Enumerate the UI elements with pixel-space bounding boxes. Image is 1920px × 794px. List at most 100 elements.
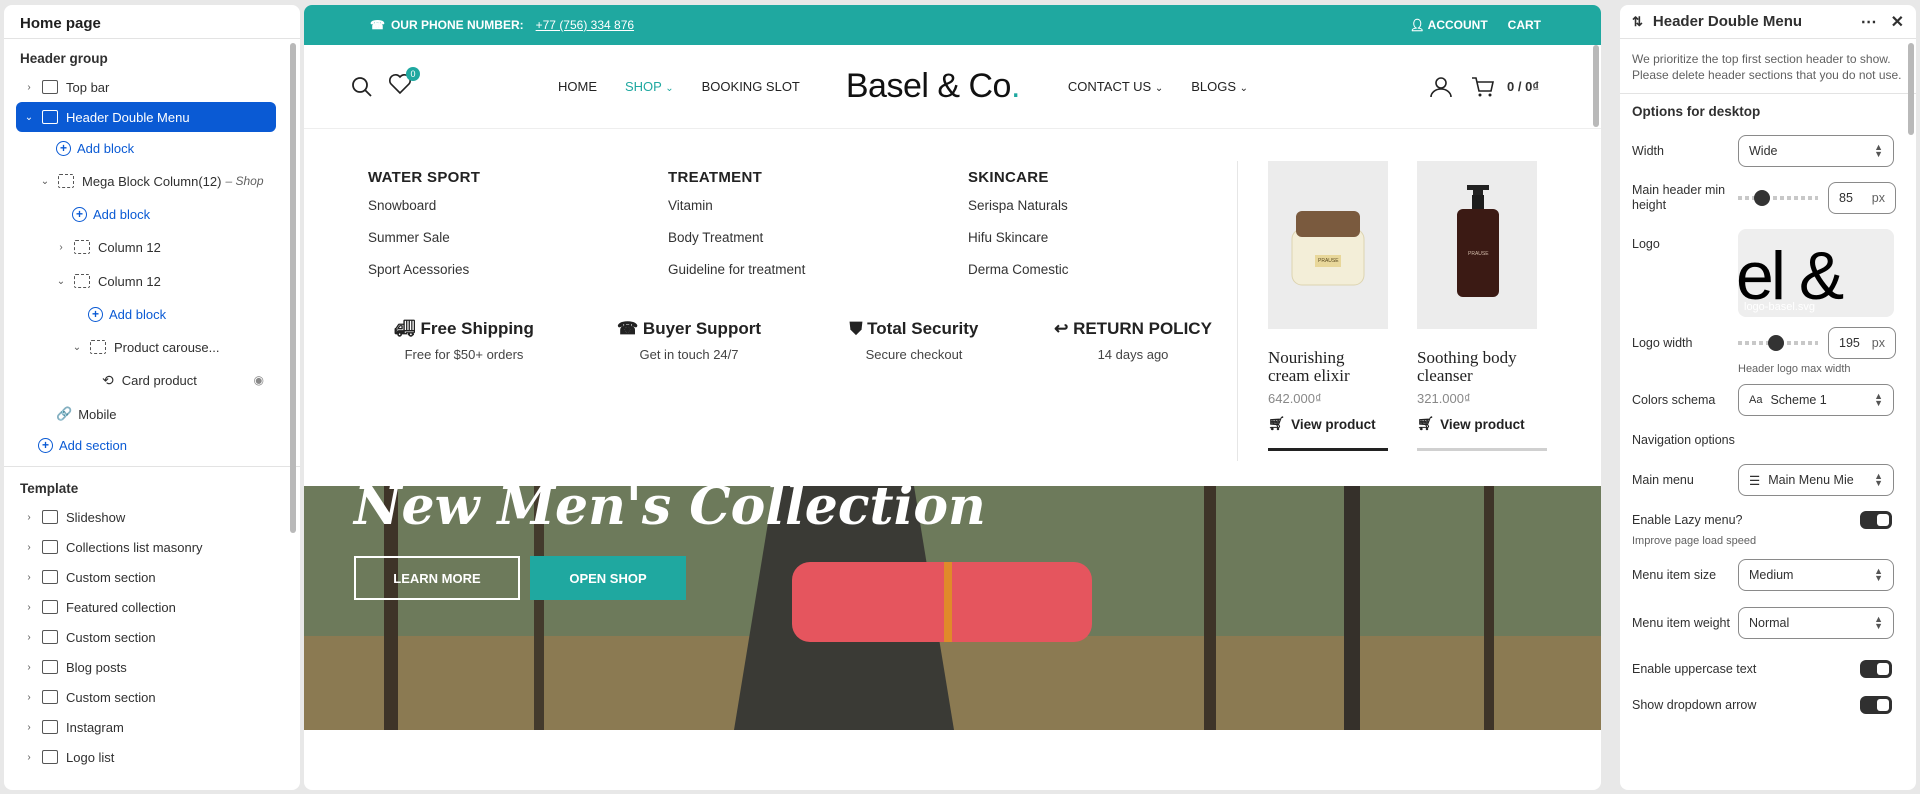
chevron-right-icon[interactable]: › — [22, 692, 36, 703]
cleanser-bottle-image — [1457, 185, 1499, 297]
template-section-item[interactable]: › Custom section — [4, 622, 300, 652]
dropdown-arrow-toggle[interactable] — [1860, 696, 1892, 714]
account-link[interactable]: 👤︎ ACCOUNT — [1410, 18, 1488, 32]
min-height-input[interactable]: 85 px — [1828, 182, 1896, 214]
account-icon[interactable] — [1429, 75, 1453, 99]
chevron-down-icon[interactable]: ⌄ — [54, 276, 68, 287]
logo-width-input[interactable]: 195 px — [1828, 327, 1896, 359]
nav-home[interactable]: HOME — [558, 79, 597, 94]
cart-link[interactable]: CART — [1508, 18, 1541, 32]
chevron-right-icon[interactable]: › — [22, 572, 36, 583]
template-section-item[interactable]: › Slideshow — [4, 502, 300, 532]
add-block-button[interactable]: + Add block — [4, 132, 300, 164]
nav-contact-label: CONTACT US — [1067, 79, 1152, 94]
link-icon: 🔗 — [56, 406, 73, 421]
tree-item-mega-block[interactable]: ⌄ Mega Block Column(12) – Shop — [4, 164, 300, 198]
tree-item-card-product[interactable]: ⟲ Card product ◉ — [4, 364, 300, 396]
mega-link[interactable]: Guideline for treatment — [668, 262, 805, 294]
product-name[interactable]: Soothing body cleanser — [1417, 349, 1537, 385]
logo-width-slider[interactable] — [1738, 335, 1818, 351]
mega-link[interactable]: Sport Acessories — [368, 262, 480, 294]
uppercase-toggle[interactable] — [1860, 660, 1892, 678]
add-block-button[interactable]: + Add block — [4, 298, 300, 330]
tree-item-top-bar[interactable]: › Top bar — [4, 72, 300, 102]
open-shop-button[interactable]: OPEN SHOP — [530, 556, 686, 600]
store-logo[interactable]: Basel & Co. — [846, 67, 1021, 106]
template-section-item[interactable]: › Custom section — [4, 562, 300, 592]
more-icon[interactable]: ⋯ — [1861, 12, 1877, 32]
chevron-right-icon[interactable]: › — [22, 752, 36, 763]
chevron-right-icon[interactable]: › — [22, 512, 36, 523]
nav-contact-us[interactable]: CONTACT US ⌄ — [1068, 79, 1163, 94]
mega-link[interactable]: Hifu Skincare — [968, 230, 1069, 262]
mega-link[interactable]: Derma Comestic — [968, 262, 1069, 294]
chevron-right-icon[interactable]: › — [22, 722, 36, 733]
tree-item-mobile[interactable]: 🔗 Mobile — [4, 396, 300, 432]
eye-icon[interactable]: ◉ — [254, 373, 264, 387]
search-icon[interactable] — [350, 75, 374, 99]
template-section-item[interactable]: › Custom section — [4, 682, 300, 712]
main-menu-select[interactable]: ☰ Main Menu Mie ▲ ▼ — [1738, 464, 1894, 496]
template-section-item[interactable]: › Blog posts — [4, 652, 300, 682]
nav-shop[interactable]: SHOP ⌄ — [625, 79, 674, 94]
template-section-item[interactable]: › Instagram — [4, 712, 300, 742]
product-name[interactable]: Nourishing cream elixir — [1268, 349, 1388, 385]
view-product-button[interactable]: 🛒︎ View product — [1417, 416, 1537, 432]
product-card[interactable]: PRAUSE Nourishing cream elixir 642.000₫ … — [1268, 161, 1388, 451]
chevron-right-icon[interactable]: › — [54, 242, 68, 253]
colors-select[interactable]: Aa Scheme 1 ▲ ▼ — [1738, 384, 1894, 416]
store-preview: ☎ OUR PHONE NUMBER: +77 (756) 334 876 👤︎… — [304, 5, 1601, 790]
scrollbar[interactable] — [1908, 43, 1914, 135]
mega-link[interactable]: Summer Sale — [368, 230, 480, 262]
tree-item-column-12[interactable]: › Column 12 — [4, 230, 300, 264]
template-section-item[interactable]: › Collections list masonry — [4, 532, 300, 562]
feature-subtitle: Get in touch 24/7 — [639, 347, 739, 362]
chevron-down-icon[interactable]: ⌄ — [22, 112, 36, 123]
chevron-right-icon[interactable]: › — [22, 602, 36, 613]
settings-description: We prioritize the top first section head… — [1632, 52, 1902, 82]
tree-item-product-carousel[interactable]: ⌄ Product carouse... — [4, 330, 300, 364]
preview-scrollbar[interactable] — [1593, 45, 1599, 127]
chevron-down-icon[interactable]: ⌄ — [70, 342, 84, 353]
product-price: 321.000₫ — [1417, 391, 1471, 406]
logo-picker[interactable]: el & logo-basel.svg — [1738, 229, 1894, 317]
chevron-down-icon[interactable]: ⌄ — [38, 176, 52, 187]
tree-item-header-double-menu[interactable]: ⌄ Header Double Menu — [16, 102, 276, 132]
carousel-indicator[interactable] — [1417, 448, 1547, 451]
chevron-right-icon[interactable]: › — [22, 82, 36, 93]
menu-weight-select[interactable]: Normal ▲ ▼ — [1738, 607, 1894, 639]
mega-menu: WATER SPORT Snowboard Summer Sale Sport … — [304, 129, 1601, 486]
width-select[interactable]: Wide ▲ ▼ — [1738, 135, 1894, 167]
min-height-slider[interactable] — [1738, 190, 1818, 206]
close-icon[interactable]: ✕ — [1891, 12, 1904, 32]
phone-link[interactable]: +77 (756) 334 876 — [536, 18, 634, 32]
mega-link[interactable]: Body Treatment — [668, 230, 805, 262]
tree-item-column-12[interactable]: ⌄ Column 12 — [4, 264, 300, 298]
carousel-indicator-active[interactable] — [1268, 448, 1388, 451]
slider-handle[interactable] — [1754, 190, 1770, 206]
menu-size-select[interactable]: Medium ▲ ▼ — [1738, 559, 1894, 591]
template-section-item[interactable]: › Logo list — [4, 742, 300, 772]
lazy-menu-toggle[interactable] — [1860, 511, 1892, 529]
mega-link[interactable]: Snowboard — [368, 198, 480, 230]
wishlist-button[interactable]: 0 — [388, 67, 420, 100]
nav-booking-slot[interactable]: BOOKING SLOT — [702, 79, 800, 94]
main-menu-label: Main menu — [1632, 472, 1694, 487]
add-section-button[interactable]: + Add section — [4, 432, 300, 458]
cart-button[interactable]: 0 / 0₫ — [1471, 76, 1539, 98]
learn-more-button[interactable]: LEARN MORE — [354, 556, 520, 600]
slider-handle[interactable] — [1768, 335, 1784, 351]
chevron-right-icon[interactable]: › — [22, 632, 36, 643]
nav-blogs[interactable]: BLOGS ⌄ — [1191, 79, 1248, 94]
view-product-button[interactable]: 🛒︎ View product — [1268, 416, 1388, 432]
product-image[interactable]: PRAUSE — [1268, 161, 1388, 329]
scrollbar[interactable] — [290, 43, 296, 533]
product-card[interactable]: PRAUSE Soothing body cleanser 321.000₫ 🛒… — [1417, 161, 1547, 451]
chevron-right-icon[interactable]: › — [22, 662, 36, 673]
product-image[interactable]: PRAUSE — [1417, 161, 1537, 329]
template-section-item[interactable]: › Featured collection — [4, 592, 300, 622]
mega-link[interactable]: Serispa Naturals — [968, 198, 1069, 230]
chevron-right-icon[interactable]: › — [22, 542, 36, 553]
mega-link[interactable]: Vitamin — [668, 198, 805, 230]
add-block-button[interactable]: + Add block — [4, 198, 300, 230]
